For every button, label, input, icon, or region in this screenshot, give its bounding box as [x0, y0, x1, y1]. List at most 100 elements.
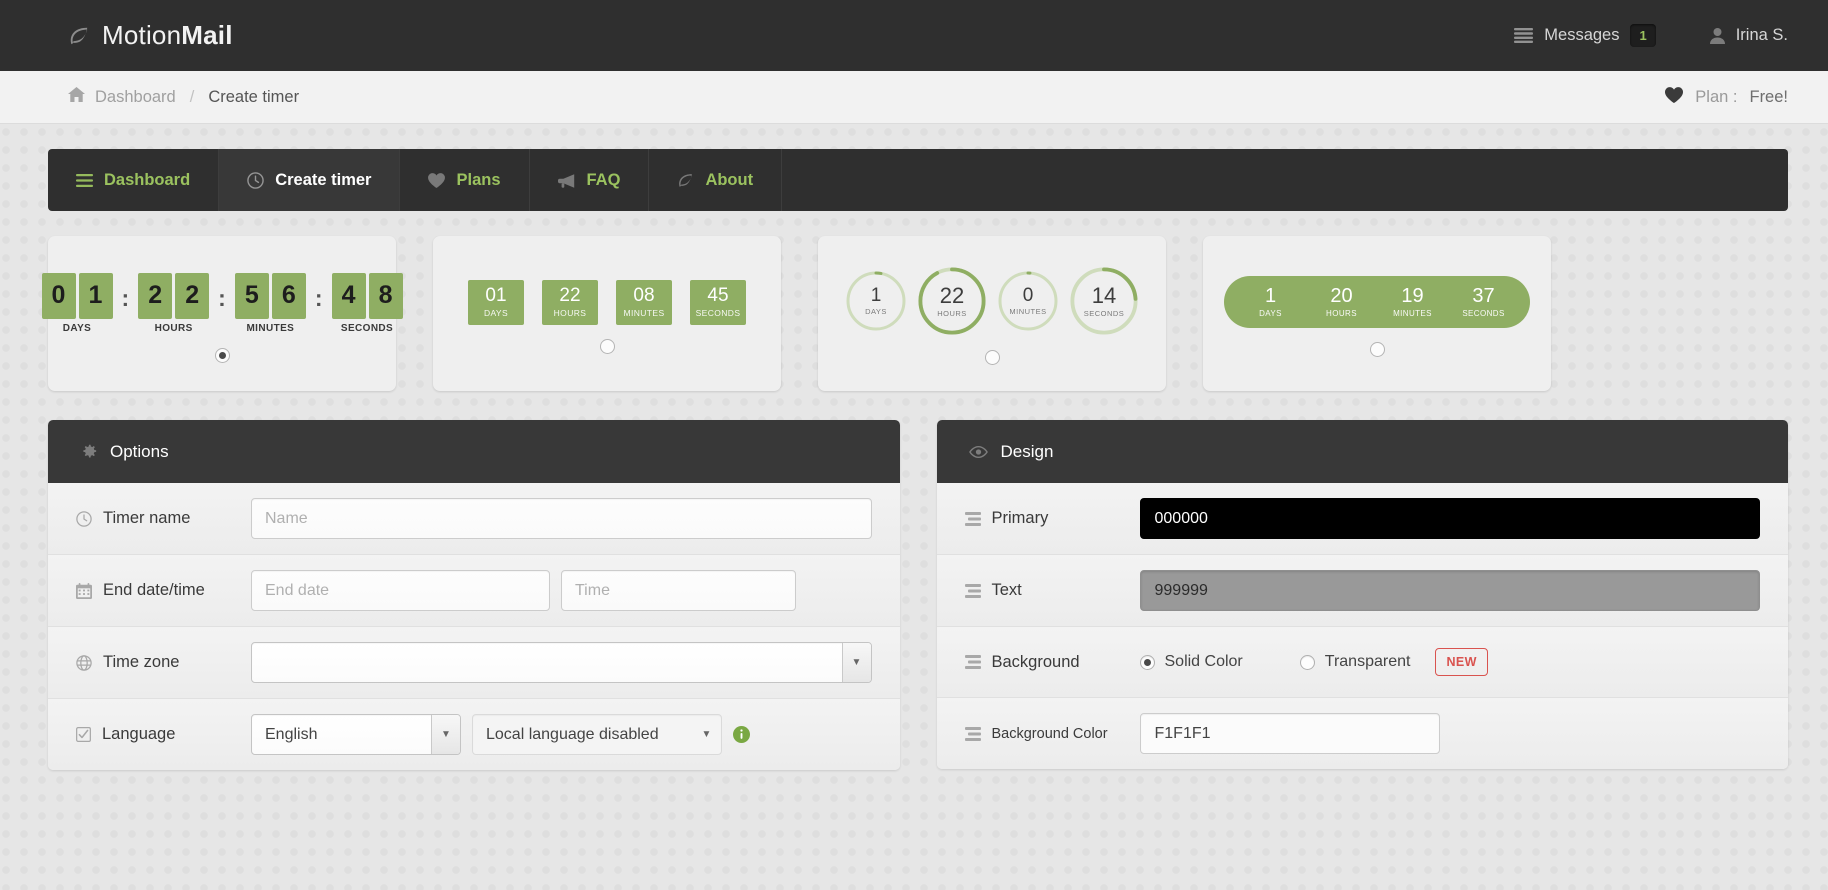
- options-panel-title: Options: [110, 441, 169, 461]
- timer-separator: :: [121, 284, 130, 311]
- end-date-input[interactable]: [251, 570, 550, 611]
- timer-ring-hours: 22 HOURS: [917, 266, 987, 336]
- plan-value: Free!: [1749, 87, 1788, 106]
- pill-cell-seconds: 37 SECONDS: [1449, 286, 1518, 318]
- background-transparent-label: Transparent: [1324, 653, 1411, 670]
- brand-name-bold: Mail: [181, 20, 233, 50]
- chevron-down-icon[interactable]: ▼: [692, 715, 721, 754]
- radio-button[interactable]: [1299, 654, 1315, 670]
- digit-tile: 1: [78, 272, 113, 319]
- clock-icon: [247, 171, 264, 189]
- unit-label: HOURS: [154, 322, 193, 334]
- timer-name-input[interactable]: [251, 498, 872, 539]
- timer-preview-digits[interactable]: 0 1 DAYS : 2 2 HOURS : 5 6 MINUTES: 4 8…: [41, 236, 403, 391]
- primary-color-field[interactable]: 000000: [1139, 498, 1760, 539]
- timer-name-label: Timer name: [103, 509, 191, 527]
- background-label-group: Background: [964, 652, 1140, 672]
- timer-block-days: 01 DAYS: [468, 279, 524, 325]
- pill-value: 37: [1472, 285, 1495, 307]
- chevron-down-icon[interactable]: ▼: [841, 643, 871, 682]
- breadcrumb-bar: Dashboard / Create timer Plan : Free!: [0, 71, 1828, 124]
- pill-label: HOURS: [1326, 309, 1357, 318]
- row-text-color: Text 999999: [936, 555, 1788, 627]
- radio-button[interactable]: [1139, 654, 1155, 670]
- end-datetime-label: End date/time: [103, 581, 205, 599]
- brand-text: MotionMail: [102, 20, 233, 51]
- time-zone-label: Time zone: [103, 653, 180, 671]
- brand-logo[interactable]: MotionMail: [68, 20, 233, 51]
- row-language: Language English ▼ Local language disabl…: [48, 699, 900, 770]
- info-icon[interactable]: [733, 726, 750, 743]
- row-background-type: Background Solid Color Transparent NEW: [936, 627, 1788, 698]
- primary-label: Primary: [991, 509, 1049, 527]
- nav-item-faq[interactable]: FAQ: [530, 149, 650, 211]
- nav-item-about[interactable]: About: [649, 149, 783, 211]
- new-badge: NEW: [1435, 648, 1488, 676]
- user-menu[interactable]: Irina S.: [1709, 26, 1788, 45]
- top-right-group: Messages 1 Irina S.: [1514, 24, 1788, 47]
- timer-preview-rings[interactable]: 1 DAYS 22 HOURS 0 MINUTES 14 SECONDS: [818, 236, 1166, 391]
- timer-style-radio-blocks[interactable]: [599, 338, 615, 354]
- timer-group-hours: 2 2 HOURS: [138, 272, 210, 334]
- plan-indicator[interactable]: Plan : Free!: [1665, 86, 1788, 108]
- timer-group-days: 0 1 DAYS: [41, 272, 113, 334]
- block-value: 45: [707, 285, 729, 306]
- timer-separator: :: [218, 284, 226, 311]
- main-nav-wrapper: Dashboard Create timer Plans FAQ About: [0, 124, 1828, 211]
- nav-item-plans-label: Plans: [456, 170, 501, 189]
- local-language-select[interactable]: Local language disabled ▼: [472, 714, 722, 755]
- calendar-icon: [76, 582, 92, 599]
- timer-style-radio-digits[interactable]: [214, 347, 230, 363]
- time-zone-label-group: Time zone: [76, 653, 251, 672]
- pill-cell-hours: 20 HOURS: [1307, 286, 1376, 318]
- pill-label: MINUTES: [1393, 309, 1432, 318]
- timer-rings-display: 1 DAYS 22 HOURS 0 MINUTES 14 SECONDS: [845, 266, 1139, 336]
- breadcrumb-dashboard-link[interactable]: Dashboard: [68, 87, 176, 107]
- timer-style-radio-rings[interactable]: [984, 350, 1000, 365]
- list-icon: [1514, 28, 1534, 43]
- pill-value: 20: [1330, 285, 1353, 307]
- background-label: Background: [991, 652, 1080, 671]
- messages-count-badge: 1: [1630, 24, 1656, 47]
- language-select[interactable]: English ▼: [251, 714, 461, 755]
- background-color-field[interactable]: F1F1F1: [1139, 713, 1440, 754]
- timer-preview-pill[interactable]: 1 DAYS 20 HOURS 19 MINUTES 37 SECONDS: [1203, 236, 1551, 391]
- timer-ring-seconds: 14 SECONDS: [1069, 266, 1139, 336]
- leaf-icon: [677, 172, 694, 189]
- nav-item-dashboard[interactable]: Dashboard: [48, 149, 220, 211]
- time-zone-select[interactable]: ▼: [251, 642, 872, 683]
- messages-link[interactable]: Messages 1: [1514, 24, 1656, 47]
- pill-value: 1: [1264, 285, 1277, 307]
- language-value: English: [265, 725, 318, 743]
- end-datetime-label-group: End date/time: [76, 581, 251, 600]
- digit-tile: 6: [271, 272, 306, 319]
- timer-style-radio-pill[interactable]: [1369, 342, 1385, 357]
- main-nav: Dashboard Create timer Plans FAQ About: [48, 149, 1788, 211]
- breadcrumb: Dashboard / Create timer: [68, 87, 299, 107]
- user-name: Irina S.: [1735, 26, 1788, 44]
- timer-preview-blocks[interactable]: 01 DAYS 22 HOURS 08 MINUTES 45 SECONDS: [433, 236, 781, 391]
- nav-item-plans[interactable]: Plans: [400, 149, 530, 211]
- messages-label: Messages: [1544, 26, 1620, 44]
- background-solid-option[interactable]: Solid Color: [1139, 653, 1243, 671]
- text-label-group: Text: [964, 581, 1140, 600]
- megaphone-icon: [557, 173, 576, 188]
- unit-label: DAYS: [62, 322, 92, 334]
- row-timer-name: Timer name: [48, 483, 900, 555]
- background-transparent-option[interactable]: Transparent: [1299, 653, 1411, 671]
- row-end-datetime: End date/time: [48, 555, 900, 627]
- row-time-zone: Time zone ▼: [48, 627, 900, 699]
- end-time-input[interactable]: [561, 570, 796, 611]
- block-value: 08: [633, 285, 655, 306]
- nav-item-create-timer[interactable]: Create timer: [219, 149, 401, 211]
- timer-style-previews: 0 1 DAYS : 2 2 HOURS : 5 6 MINUTES: 4 8…: [0, 211, 1828, 391]
- timer-name-label-group: Timer name: [76, 509, 251, 528]
- checkbox-icon: [76, 727, 91, 742]
- unit-label: SECONDS: [340, 322, 394, 334]
- text-color-field[interactable]: 999999: [1139, 570, 1760, 611]
- chevron-down-icon[interactable]: ▼: [431, 715, 460, 754]
- text-label: Text: [991, 581, 1022, 599]
- user-icon: [1709, 27, 1725, 44]
- local-language-value: Local language disabled: [486, 725, 659, 743]
- timer-separator: :: [314, 284, 323, 311]
